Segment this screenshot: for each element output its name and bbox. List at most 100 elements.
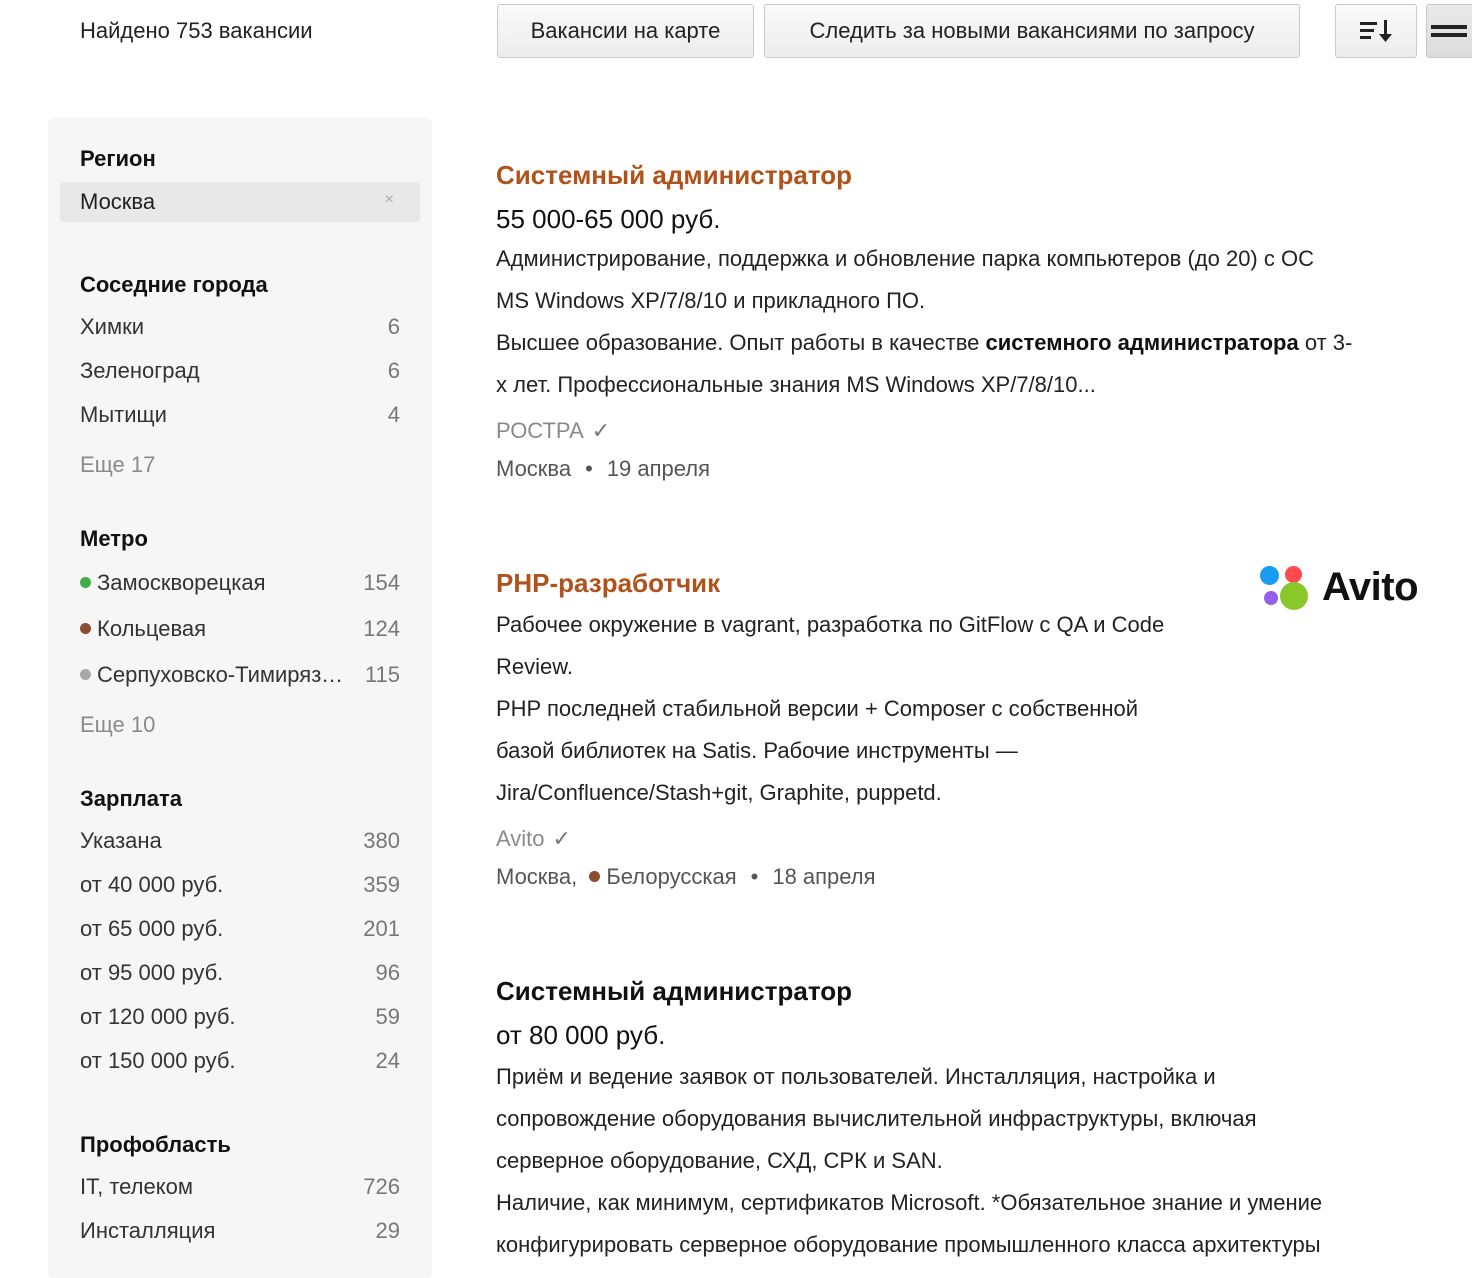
nearby-item[interactable]: Мытищи 4 (80, 402, 400, 432)
prof-item-label: IT, телеком (80, 1174, 193, 1199)
bullet-separator: • (585, 456, 593, 481)
logo-dot (1264, 591, 1278, 605)
metro-item-label: Кольцевая (97, 616, 207, 641)
vacancy-meta: Москва • 19 апреля (496, 456, 710, 482)
map-button[interactable]: Вакансии на карте (497, 4, 754, 58)
logo-dot (1280, 582, 1308, 610)
description-line: Наличие, как минимум, сертификатов Micro… (496, 1190, 1323, 1215)
description-text: от 3- (1298, 330, 1353, 355)
company-link[interactable]: РОСТРА ✓ (496, 418, 610, 444)
vacancy-salary: 55 000-65 000 руб. (496, 204, 721, 234)
description-line: Высшее образование. Опыт работы в качест… (496, 322, 1352, 364)
salary-item[interactable]: от 95 000 руб. 96 (80, 960, 400, 990)
vacancy-date: 18 апреля (772, 864, 876, 889)
selected-region[interactable]: Москва × (60, 182, 420, 222)
company-logo[interactable]: Avito (1258, 565, 1448, 619)
nearby-item-label: Химки (80, 314, 145, 339)
salary-item[interactable]: от 40 000 руб. 359 (80, 872, 400, 902)
salary-item-label: от 95 000 руб. (80, 960, 224, 985)
vacancy-date: 19 апреля (606, 456, 711, 481)
vacancy-description: Рабочее окружение в vagrant, разработка … (496, 604, 1164, 814)
description-line: PHP последней стабильной версии + Compos… (496, 696, 1139, 721)
bullet-separator: • (750, 864, 759, 889)
selected-region-label: Москва (80, 189, 156, 214)
prof-item[interactable]: IT, телеком 726 (80, 1174, 400, 1204)
salary-item-label: Указана (80, 828, 162, 853)
vacancy-description: Приём и ведение заявок от пользователей.… (496, 1056, 1322, 1266)
verified-check-icon: ✓ (591, 418, 611, 443)
metro-line-dot (80, 623, 91, 634)
salary-item-count: 380 (363, 828, 400, 853)
salary-item-label: от 150 000 руб. (80, 1048, 236, 1073)
description-line: Review. (496, 654, 574, 679)
prof-item-label: Инсталляция (80, 1218, 216, 1243)
vacancy-description: Администрирование, поддержка и обновлени… (496, 238, 1352, 406)
salary-item[interactable]: Указана 380 (80, 828, 400, 858)
nearby-item-count: 4 (387, 402, 400, 427)
description-line: х лет. Профессиональные знания MS Window… (496, 372, 1096, 397)
nearby-item[interactable]: Химки 6 (80, 314, 400, 344)
list-view-icon (1431, 25, 1467, 37)
sort-button[interactable] (1335, 4, 1417, 58)
description-text: Высшее образование. Опыт работы в качест… (496, 330, 986, 355)
metro-line-dot (80, 669, 91, 680)
salary-item[interactable]: от 120 000 руб. 59 (80, 1004, 400, 1034)
verified-check-icon: ✓ (552, 826, 571, 851)
metro-item-count: 154 (363, 570, 400, 595)
description-line: конфигурировать серверное оборудование п… (496, 1232, 1321, 1257)
prof-item[interactable]: Инсталляция 29 (80, 1218, 400, 1248)
logo-dot (1260, 566, 1279, 585)
nearby-item-label: Зеленоград (80, 358, 200, 383)
salary-item-count: 59 (375, 1004, 400, 1029)
sort-icon (1360, 20, 1392, 42)
view-toggle-button[interactable] (1426, 4, 1472, 58)
nearby-item-label: Мытищи (80, 402, 167, 427)
nearby-more-link[interactable]: Еще 17 (80, 452, 155, 478)
nearby-title: Соседние города (80, 272, 268, 297)
metro-item-count: 124 (363, 616, 400, 641)
description-line: сопровождение оборудования вычислительно… (496, 1106, 1257, 1131)
salary-item-label: от 40 000 руб. (80, 872, 224, 897)
prof-item-count: 726 (363, 1174, 400, 1199)
vacancy-title-link[interactable]: Системный администратор (496, 160, 852, 191)
prof-item-count: 29 (375, 1218, 400, 1243)
results-count: Найдено 753 вакансии (80, 18, 313, 43)
salary-item-label: от 65 000 руб. (80, 916, 224, 941)
metro-more-link[interactable]: Еще 10 (80, 712, 155, 738)
description-line: Jira/Confluence/Stash+git, Graphite, pup… (496, 780, 942, 805)
metro-item[interactable]: Замоскворецкая 154 (80, 570, 400, 600)
salary-item[interactable]: от 150 000 руб. 24 (80, 1048, 400, 1078)
description-line: базой библиотек на Satis. Рабочие инстру… (496, 738, 1018, 763)
logo-wordmark: Avito (1322, 565, 1419, 609)
salary-item[interactable]: от 65 000 руб. 201 (80, 916, 400, 946)
metro-item-label: Серпуховско-Тимирязевская (97, 662, 352, 687)
description-line: Приём и ведение заявок от пользователей.… (496, 1064, 1216, 1089)
logo-dot (1285, 566, 1302, 583)
company-name: РОСТРА (496, 418, 584, 443)
metro-item-label: Замоскворецкая (97, 570, 266, 595)
vacancy-title-link[interactable]: PHP-разработчик (496, 568, 720, 599)
vacancy-metro: Белорусская (606, 864, 737, 889)
metro-line-dot (80, 577, 91, 588)
nearby-item-count: 6 (387, 314, 400, 339)
metro-item[interactable]: Кольцевая 124 (80, 616, 400, 646)
nearby-item[interactable]: Зеленоград 6 (80, 358, 400, 388)
description-line: Администрирование, поддержка и обновлени… (496, 246, 1314, 271)
vacancy-title-link[interactable]: Системный администратор (496, 976, 852, 1007)
vacancy-meta: Москва, Белорусская • 18 апреля (496, 864, 876, 890)
prof-title: Профобласть (80, 1132, 231, 1157)
salary-item-count: 24 (375, 1048, 400, 1073)
salary-item-count: 96 (375, 960, 400, 985)
description-line: Рабочее окружение в vagrant, разработка … (496, 612, 1165, 637)
filters-sidebar: Регион Москва × Соседние города Химки 6 … (48, 118, 432, 1278)
vacancy-city: Москва (496, 456, 572, 481)
metro-line-dot (589, 871, 601, 882)
salary-item-count: 359 (363, 872, 400, 897)
remove-icon[interactable]: × (385, 191, 394, 209)
company-link[interactable]: Avito ✓ (496, 826, 571, 852)
salary-title: Зарплата (80, 786, 182, 811)
follow-search-button[interactable]: Следить за новыми вакансиями по запросу (764, 4, 1300, 58)
salary-item-count: 201 (363, 916, 400, 941)
metro-item[interactable]: Серпуховско-Тимирязевская 115 (80, 662, 400, 692)
vacancy-salary: от 80 000 руб. (496, 1020, 666, 1050)
